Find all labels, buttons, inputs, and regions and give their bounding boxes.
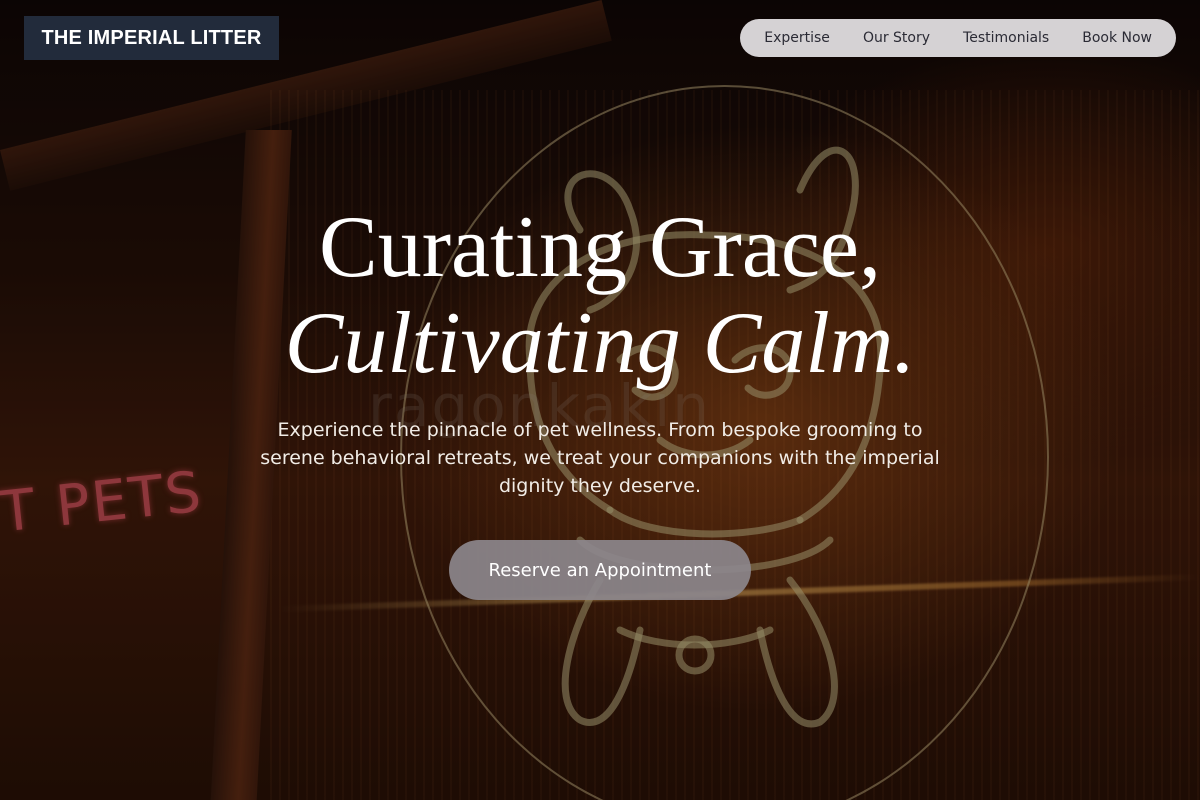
hero-section: ragonkakin T PETS THE IMPERIAL LITTER Ex…: [0, 0, 1200, 800]
nav-link-our-story[interactable]: Our Story: [863, 30, 930, 46]
hero-headline: Curating Grace, Cultivating Calm.: [0, 200, 1200, 392]
nav-link-expertise[interactable]: Expertise: [764, 30, 830, 46]
brand-logo[interactable]: THE IMPERIAL LITTER: [24, 16, 279, 60]
headline-line-1: Curating Grace,: [319, 199, 881, 296]
nav-link-book-now[interactable]: Book Now: [1082, 30, 1152, 46]
reserve-appointment-button[interactable]: Reserve an Appointment: [449, 540, 751, 600]
hero-subtext: Experience the pinnacle of pet wellness.…: [260, 419, 940, 497]
hero-dark-overlay: [0, 0, 1200, 800]
top-navigation: Expertise Our Story Testimonials Book No…: [740, 19, 1176, 57]
headline-line-2: Cultivating Calm.: [284, 295, 916, 392]
nav-link-testimonials[interactable]: Testimonials: [963, 30, 1049, 46]
